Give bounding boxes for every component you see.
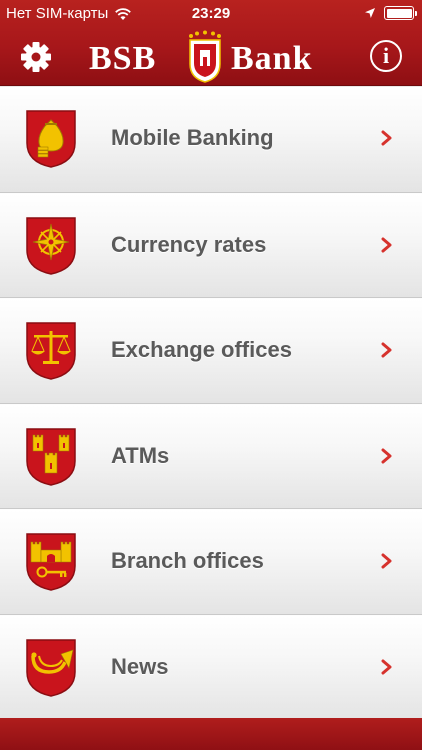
menu-item-label: ATMs xyxy=(111,442,170,468)
settings-button[interactable] xyxy=(18,39,54,75)
towers-icon xyxy=(26,427,76,486)
menu-item-atms[interactable]: ATMs xyxy=(0,403,422,509)
menu-item-label: Mobile Banking xyxy=(111,125,274,150)
status-time: 23:29 xyxy=(191,5,231,22)
compass-rose-icon xyxy=(26,216,76,275)
menu-item-news[interactable]: News xyxy=(0,614,422,720)
gear-icon xyxy=(21,42,51,72)
chevron-right-icon xyxy=(381,553,392,569)
chevron-right-icon xyxy=(381,448,392,463)
info-button[interactable]: i xyxy=(370,40,402,72)
chevron-right-icon xyxy=(381,237,392,252)
logo-text-right: Bank xyxy=(231,40,313,77)
menu-item-label: News xyxy=(111,653,169,679)
chevron-right-icon xyxy=(381,130,392,146)
menu-item-label: Branch offices xyxy=(111,548,264,573)
status-bar: Нет SIM-карты 23:29 xyxy=(0,0,422,28)
bottom-bar xyxy=(0,718,422,750)
menu-item-branch-offices[interactable]: Branch offices xyxy=(0,509,422,615)
main-menu: Mobile Banking Currency rates Exchange o… xyxy=(0,87,422,720)
crest-logo-icon xyxy=(189,30,221,83)
bsb-bank-logo: BSB Bank xyxy=(85,30,337,84)
menu-item-label: Currency rates xyxy=(111,231,267,257)
info-icon: i xyxy=(382,43,390,68)
castle-key-icon xyxy=(26,533,76,591)
app-header: Нет SIM-карты 23:29 BSB Bank i xyxy=(0,0,422,86)
status-right xyxy=(364,6,417,20)
location-arrow-icon xyxy=(365,8,375,18)
menu-item-currency-rates[interactable]: Currency rates xyxy=(0,192,422,298)
logo-text-left: BSB xyxy=(89,40,157,77)
chevron-right-icon xyxy=(381,659,392,674)
post-horn-icon xyxy=(26,638,76,697)
battery-level xyxy=(386,8,412,18)
menu-item-exchange-offices[interactable]: Exchange offices xyxy=(0,298,422,404)
money-bag-icon xyxy=(26,110,76,168)
battery-icon xyxy=(384,6,417,20)
menu-item-mobile-banking[interactable]: Mobile Banking xyxy=(0,87,422,193)
scales-icon xyxy=(26,322,76,380)
menu-item-label: Exchange offices xyxy=(111,337,292,362)
chevron-right-icon xyxy=(381,342,392,358)
